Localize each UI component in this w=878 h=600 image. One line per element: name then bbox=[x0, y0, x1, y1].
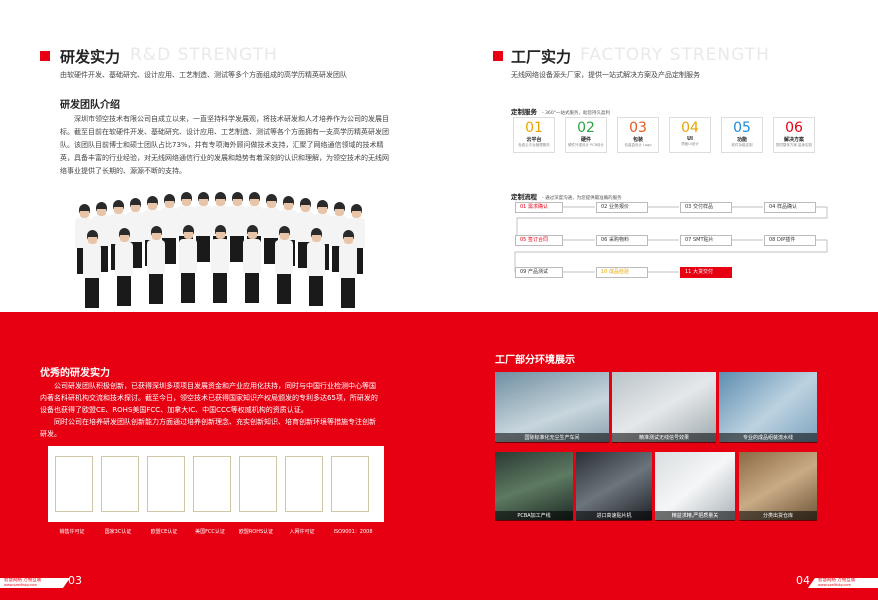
certificate-image bbox=[285, 456, 323, 512]
factory-photo: 分类出货仓库 bbox=[739, 452, 817, 521]
process-step: 11 大货交付 bbox=[680, 267, 732, 278]
process-step: 08 DIP插件 bbox=[764, 235, 816, 246]
factory-photo: 进口高速贴片机 bbox=[576, 452, 652, 521]
cert-label: 欧盟CE认证 bbox=[150, 529, 178, 535]
cert-label: ISO9001：2008 bbox=[333, 529, 373, 535]
process-step: 05 签订合同 bbox=[515, 235, 563, 246]
team-heading: 研发团队介绍 bbox=[60, 100, 120, 111]
right-subtitle: 无线网络设备源头厂家，提供一站式解决方案及产品定制服务 bbox=[511, 71, 700, 79]
factory-photo: 精益求精,严把质量关 bbox=[655, 452, 735, 521]
section-marker bbox=[40, 51, 50, 61]
certificate-image bbox=[101, 456, 139, 512]
process-step: 07 SMT贴片 bbox=[680, 235, 732, 246]
service-subheading: - 360°一站式服务，助您持久盈利 bbox=[542, 111, 610, 116]
service-card: 01 云平台 免费云平台管理服务 bbox=[513, 117, 555, 153]
process-step: 01 需求确认 bbox=[515, 202, 563, 213]
certificate-image bbox=[193, 456, 231, 512]
process-step: 02 业务报价 bbox=[596, 202, 648, 213]
section-marker bbox=[493, 51, 503, 61]
footer-url: www.szwifisky.com bbox=[4, 583, 37, 587]
service-card: 04 UI 界面UI设计 bbox=[669, 117, 711, 153]
cert-label: 销售许可证 bbox=[59, 529, 85, 535]
service-card: 06 解决方案 提供整体方案 量身定制 bbox=[773, 117, 815, 153]
factory-photo: PCBA加工产线 bbox=[495, 452, 573, 521]
right-ghost-title: FACTORY STRENGTH bbox=[580, 45, 770, 65]
page-number: 04 bbox=[796, 574, 810, 587]
footer-url: www.szwifisky.com bbox=[818, 583, 851, 587]
factory-photo: 专业的成品组装流水线 bbox=[719, 372, 817, 443]
certificate-image bbox=[147, 456, 185, 512]
service-card: 05 功能 软件功能定制 bbox=[721, 117, 763, 153]
left-ghost-title: R&D STRENGTH bbox=[130, 45, 278, 65]
right-section-title: 工厂实力 bbox=[511, 48, 572, 66]
service-heading: 定制服务 bbox=[511, 108, 537, 116]
certificate-image bbox=[55, 456, 93, 512]
team-photo bbox=[65, 192, 377, 312]
env-heading: 工厂部分环境展示 bbox=[495, 355, 575, 366]
service-heading-row: 定制服务 - 360°一站式服务，助您持久盈利 bbox=[511, 99, 610, 118]
strength-paragraph-1: 公司研发团队积极创新，已获得深圳多项项目发展资金和产业应用化扶持，同时与中国行业… bbox=[40, 382, 378, 414]
cert-label: 欧盟ROHS认证 bbox=[238, 529, 274, 535]
process-step: 04 样品确认 bbox=[764, 202, 816, 213]
process-step: 09 产品测试 bbox=[515, 267, 563, 278]
cert-label: 美国FCC认证 bbox=[195, 529, 225, 535]
process-step: 10 成品检验 bbox=[596, 267, 648, 278]
left-subtitle: 由软硬件开发、基础研究、设计应用、工艺制造、测试等多个方面组成的高学历精英研发团… bbox=[60, 71, 347, 79]
left-section-title: 研发实力 bbox=[60, 48, 121, 66]
cert-label: 国家3C认证 bbox=[104, 529, 132, 535]
process-step: 06 采购物料 bbox=[596, 235, 648, 246]
process-step: 03 交付样品 bbox=[680, 202, 732, 213]
certificate-image bbox=[239, 456, 277, 512]
service-card: 02 硬件 硬件外观设计 PCB设计 bbox=[565, 117, 607, 153]
cert-label: 入网许可证 bbox=[289, 529, 315, 535]
strength-heading: 优秀的研发实力 bbox=[40, 368, 110, 379]
strength-paragraph-2: 同时公司在培养研发团队创新能力方面通过培养创新理念、充实创新知识、培育创新环境等… bbox=[40, 418, 376, 438]
service-card: 03 包装 包装盒设计 Logo bbox=[617, 117, 659, 153]
certificate-image bbox=[331, 456, 369, 512]
page-number: 03 bbox=[68, 574, 82, 587]
factory-photo: 国际标准化无尘生产车间 bbox=[495, 372, 609, 443]
certificates-panel bbox=[48, 446, 384, 522]
factory-photo: 精准测试无线信号效果 bbox=[612, 372, 716, 443]
team-paragraph: 深圳市领空技术有限公司自成立以来，一直坚持科学发展观，将技术研发和人才培养作为公… bbox=[60, 115, 389, 175]
